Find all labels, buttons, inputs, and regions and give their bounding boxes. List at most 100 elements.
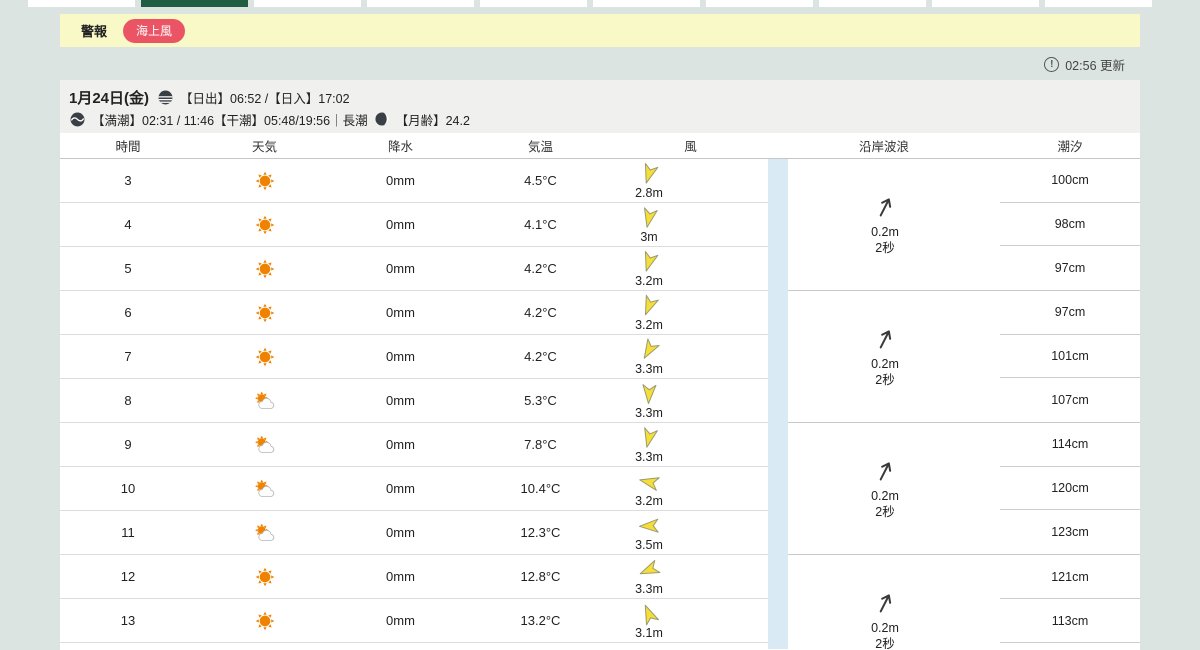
temp-cell: 4.2°C [524,305,557,320]
precip-cell: 0mm [386,349,415,364]
wind-direction-arrow-icon [637,206,661,233]
wave-icon [69,111,86,128]
hour-row-5: 5 0mm 4.2°C 3.2m [60,247,768,291]
wave-direction-arrow-icon [872,326,898,356]
temp-cell: 4.2°C [524,349,557,364]
wave-tide-groups: 0.2m 2秒 100cm 98cm 97cm 0.2m 2秒 97cm 101cm 1… [788,159,1140,649]
weather-icon-sunny [196,214,333,236]
tide-cell: 121cm [1000,555,1140,599]
nav-tab-3[interactable] [367,0,474,7]
temp-cell: 4.1°C [524,217,557,232]
moon-age-label: 【月齢】24.2 [395,113,470,128]
highlight-band [768,159,788,649]
alert-label: 警報 [81,24,108,39]
column-header-6: 潮汐 [1057,140,1083,154]
nav-tab-2[interactable] [254,0,361,7]
precip-cell: 0mm [386,305,415,320]
time-cell: 6 [124,305,132,320]
wave-group-1: 0.2m 2秒 97cm 101cm 107cm [788,291,1140,423]
nav-tab-1[interactable] [141,0,248,7]
precip-cell: 0mm [386,569,415,584]
precip-cell: 0mm [386,261,415,276]
wind-speed-label: 3.5m [635,537,663,552]
hour-row-12: 12 0mm 12.8°C 3.3m [60,555,768,599]
temp-cell: 13.2°C [520,613,561,628]
wind-speed-label: 3.3m [635,405,663,420]
forecast-table-body: 3 0mm 4.5°C 2.8m 4 0mm 4.1°C 3m 5 0mm 4.2°… [60,159,1140,649]
nav-tab-5[interactable] [593,0,700,7]
wind-cell: 2.8m [613,162,768,200]
time-cell: 10 [120,481,136,496]
column-header-3: 気温 [527,140,553,154]
time-cell: 7 [124,349,132,364]
tide-cell: 113cm [1000,599,1140,643]
clipped-next-row [60,643,768,649]
hour-row-6: 6 0mm 4.2°C 3.2m [60,291,768,335]
info-circle-icon[interactable]: ! [1044,57,1060,72]
tide-column: 97cm 101cm 107cm [1000,291,1140,422]
weather-icon-sun-cloud [196,477,333,501]
nav-tab-8[interactable] [932,0,1039,7]
nav-tab-9[interactable] [1045,0,1152,7]
wave-period-label: 2秒 [875,372,895,387]
hourly-rows: 3 0mm 4.5°C 2.8m 4 0mm 4.1°C 3m 5 0mm 4.2°… [60,159,768,649]
tide-cell: 100cm [1000,159,1140,203]
wave-height-label: 0.2m [871,621,899,635]
time-cell: 4 [124,217,132,232]
hour-row-7: 7 0mm 4.2°C 3.3m [60,335,768,379]
wind-cell: 3.3m [613,558,768,596]
alert-badge-marine-wind[interactable]: 海上風 [123,18,186,43]
wind-direction-arrow-icon [637,514,661,541]
wind-cell: 3m [613,206,768,244]
tide-cell: 101cm [1000,335,1140,379]
temp-cell: 5.3°C [524,393,557,408]
hour-row-8: 8 0mm 5.3°C 3.3m [60,379,768,423]
hour-row-11: 11 0mm 12.3°C 3.5m [60,511,768,555]
column-header-5: 沿岸波浪 [858,140,909,154]
precip-cell: 0mm [386,393,415,408]
wind-cell: 3.5m [613,514,768,552]
wind-speed-label: 3.1m [635,625,663,640]
time-cell: 5 [124,261,132,276]
tide-cell: 120cm [1000,467,1140,511]
column-header-1: 天気 [251,140,277,154]
nav-tab-7[interactable] [819,0,926,7]
temp-cell: 4.5°C [524,173,557,188]
date-label: 1月24日(金) [69,89,150,107]
weather-icon-sunny [196,610,333,632]
wave-direction-arrow-icon [872,458,898,488]
weather-icon-sunny [196,170,333,192]
hour-row-10: 10 0mm 10.4°C 3.2m [60,467,768,511]
nav-tab-4[interactable] [480,0,587,7]
tide-column: 114cm 120cm 123cm [1000,423,1140,554]
wave-group-2: 0.2m 2秒 114cm 120cm 123cm [788,423,1140,555]
wind-cell: 3.3m [613,426,768,464]
wave-period-label: 2秒 [875,240,895,255]
weather-icon-sunny [196,258,333,280]
update-info: ! 02:56 更新 [1044,55,1125,74]
temp-cell: 10.4°C [520,481,561,496]
weather-forecast-page: 警報 海上風 ! 02:56 更新 1月24日(金) 【日出】06:52 /【日… [0,0,1200,650]
wind-cell: 3.2m [613,250,768,288]
temp-cell: 12.8°C [520,569,561,584]
tide-cell: 123cm [1051,525,1089,540]
nav-tab-0[interactable] [28,0,135,7]
hour-row-4: 4 0mm 4.1°C 3m [60,203,768,247]
tide-cell: 98cm [1000,203,1140,247]
time-cell: 13 [120,613,136,628]
nav-tab-6[interactable] [706,0,813,7]
wind-speed-label: 3.3m [635,449,663,464]
update-time-label: 02:56 更新 [1065,59,1125,73]
wave-height-label: 0.2m [871,224,899,239]
wind-direction-arrow-icon [637,602,661,629]
column-header-4: 風 [684,140,697,154]
weather-icon-sunny [196,302,333,324]
wind-direction-arrow-icon [637,558,661,585]
time-cell: 8 [124,393,132,408]
wave-height-label: 0.2m [871,488,899,503]
time-cell: 3 [124,173,132,188]
coastal-wave-cell: 0.2m 2秒 [788,291,1000,422]
time-cell: 11 [121,525,135,540]
date-header: 1月24日(金) 【日出】06:52 /【日入】17:02 【満潮】02:31 … [60,80,1140,133]
sunrise-sunset-icon [157,89,174,106]
